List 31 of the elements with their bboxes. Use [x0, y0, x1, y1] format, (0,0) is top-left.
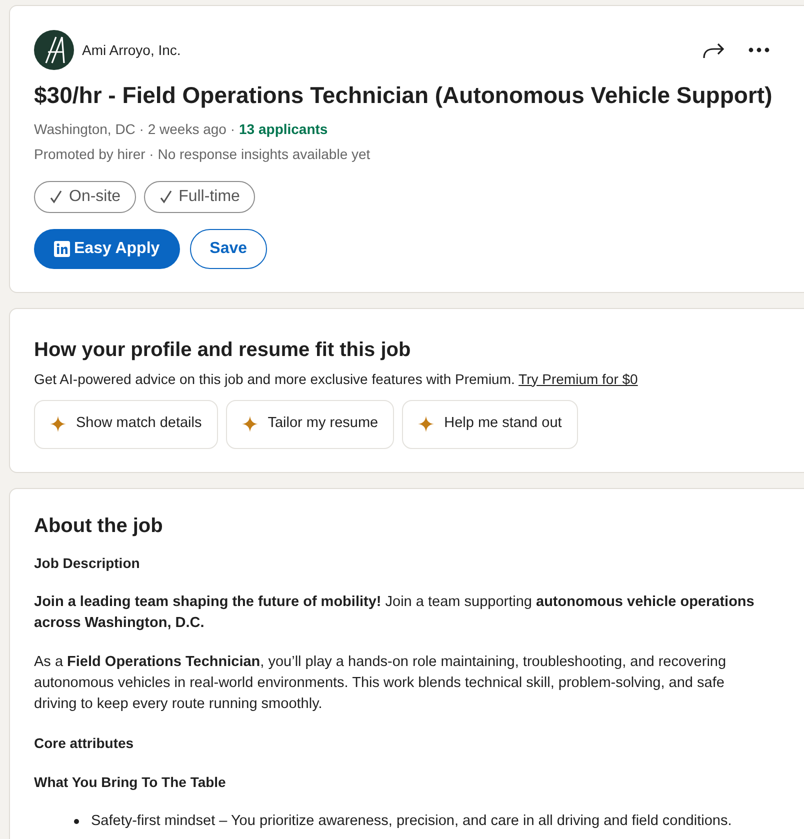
check-icon — [49, 190, 63, 204]
in-logo-icon — [54, 240, 70, 256]
ai-action-button[interactable]: Tailor my resume — [226, 400, 394, 448]
paragraph: As a Field Operations Technician, you’ll play a hands-on role maintaining, troubleshooting, and recovering autonomous vehicles in real-world environments. This work blends technical skill, problem-solving, and safe driving to keep every route running smoothly. — [34, 652, 728, 714]
bullet-icon — [74, 818, 79, 824]
premium-link[interactable]: Try Premium for $0 — [518, 370, 638, 386]
ai-action-button[interactable]: Show match details — [34, 400, 218, 448]
sparkle-icon — [418, 416, 434, 432]
job-tag: On-site — [34, 180, 136, 212]
section-subheading: Core attributes — [34, 734, 135, 752]
job-meta: 13 applicants — [239, 120, 328, 139]
job-title: $30/hr - Field Operations Technician (Autonomous Vehicle Support) — [34, 81, 774, 110]
job-meta: Washington, DC · 2 weeks ago · — [34, 120, 236, 139]
section-heading: How your profile and resume fit this job — [34, 338, 412, 362]
hirer-insight: Promoted by hirer · No response insights available yet — [34, 144, 372, 164]
section-subheading: Job Description — [34, 554, 141, 573]
paragraph: Join a leading team shaping the future of mobility! Join a team supporting autonomous vehicle operations across Washington, D.C. — [34, 592, 756, 632]
check-icon — [158, 190, 173, 204]
more-icon — [748, 47, 770, 53]
bullet-text: Safety-first mindset – You prioritize awareness, precision, and care in all driving and field conditions. — [91, 812, 732, 830]
save-button[interactable]: Save — [190, 228, 268, 268]
sparkle-icon — [242, 416, 258, 432]
sparkle-icon — [50, 416, 66, 432]
company-name: Ami Arroyo, Inc. — [82, 40, 181, 60]
section-heading: About the job — [34, 514, 164, 538]
job-tag: Full-time — [144, 180, 255, 212]
more-button[interactable] — [748, 47, 770, 53]
premium-text: Get AI-powered advice on this job and more exclusive features with Premium. — [34, 370, 515, 386]
easy-apply-button[interactable]: Easy Apply — [34, 228, 180, 268]
section-subheading: What You Bring To The Table — [34, 772, 227, 792]
ai-action-button[interactable]: Help me stand out — [402, 400, 578, 448]
